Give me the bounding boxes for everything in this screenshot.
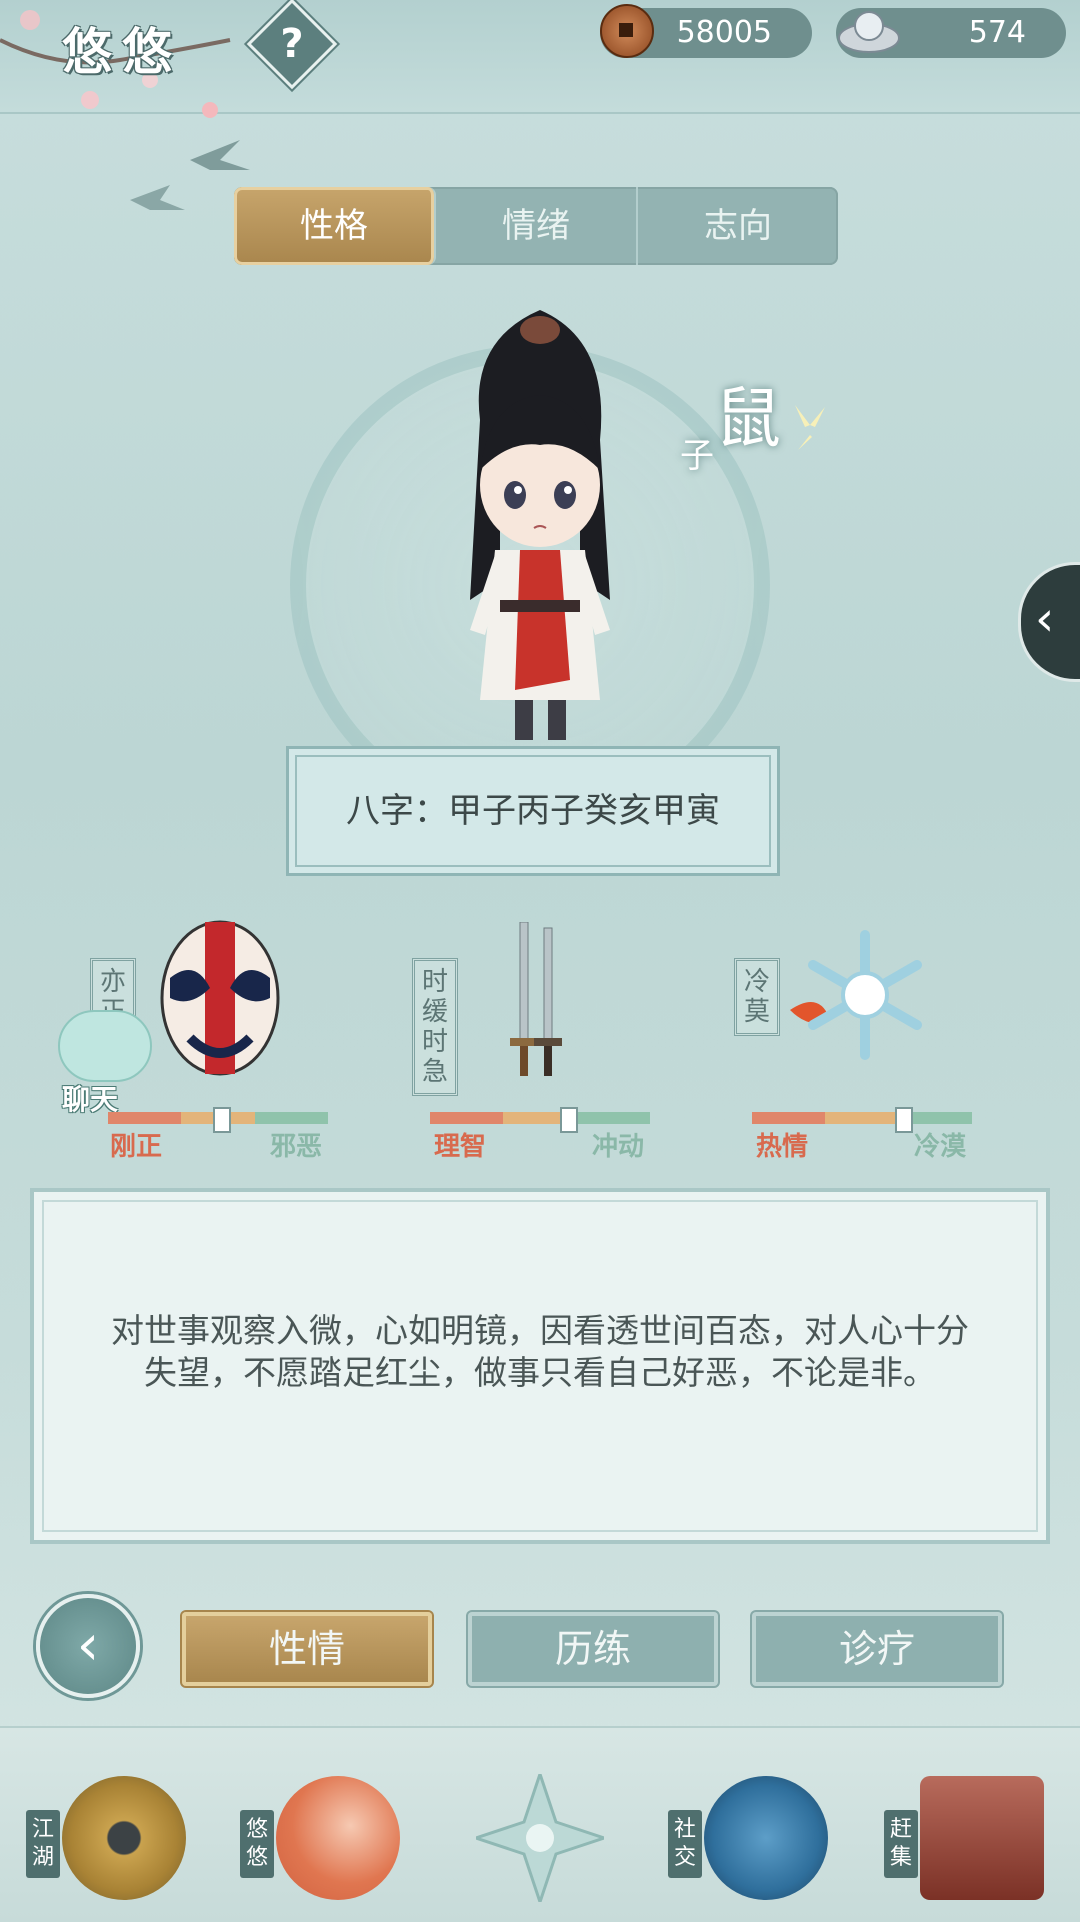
zodiac-animal: 鼠 xyxy=(715,380,781,457)
back-arrow-icon: ‹ xyxy=(76,1613,100,1678)
center-star-icon[interactable] xyxy=(476,1774,604,1902)
wave-icon xyxy=(704,1776,828,1900)
trait-tag-3: 冷莫 xyxy=(734,958,780,1036)
side-panel-toggle[interactable]: ‹ xyxy=(1018,562,1080,682)
butterfly-icon xyxy=(795,405,825,450)
trait-bar-2 xyxy=(430,1112,650,1124)
trait-marker-1 xyxy=(213,1107,232,1133)
question-icon: ? xyxy=(280,21,304,67)
coin-value: 58005 xyxy=(676,15,772,50)
bazi-text: 八字：甲子丙子癸亥甲寅 xyxy=(346,791,720,831)
tab-personality[interactable]: 性格 xyxy=(234,187,436,265)
nav-label-jianghu: 江湖 xyxy=(26,1810,60,1878)
bazi-plaque: 八字：甲子丙子癸亥甲寅 xyxy=(286,746,780,876)
nav-item-jianghu[interactable]: 江湖 xyxy=(26,1760,196,1910)
treatment-button[interactable]: 诊疗 xyxy=(752,1612,1002,1686)
nav-label-social: 社交 xyxy=(668,1810,702,1878)
description-text: 对世事观察入微，心如明镜，因看透世间百态，对人心十分失望，不愿踏足红尘，做事只看… xyxy=(111,1311,969,1392)
chat-button[interactable]: 聊天 xyxy=(44,1010,152,1116)
tab-ambition[interactable]: 志向 xyxy=(638,187,838,265)
copper-coin-icon xyxy=(600,4,654,58)
trait-marker-3 xyxy=(894,1107,913,1133)
trait-right-label-3: 冷漠 xyxy=(914,1132,967,1162)
trait-bar-3 xyxy=(752,1112,972,1124)
trait-tabs: 性格 情绪 志向 xyxy=(234,187,838,265)
silver-ingot-icon xyxy=(838,11,900,53)
opera-mask-icon xyxy=(160,920,280,1076)
chevron-left-icon: ‹ xyxy=(1035,591,1055,647)
silver-value: 574 xyxy=(968,15,1026,50)
back-button[interactable]: ‹ xyxy=(36,1594,140,1698)
nav-item-youyou[interactable]: 悠悠 xyxy=(240,1760,410,1910)
tab-emotion[interactable]: 情绪 xyxy=(436,187,638,265)
temperament-button[interactable]: 性情 xyxy=(182,1612,432,1686)
twin-swords-icon xyxy=(510,922,562,1076)
swallow-icon xyxy=(276,1776,400,1900)
trait-right-label-2: 冲动 xyxy=(592,1132,645,1162)
trait-right-label-1: 邪恶 xyxy=(270,1132,323,1162)
nav-item-market[interactable]: 赶集 xyxy=(884,1760,1054,1910)
description-panel: 对世事观察入微，心如明镜，因看透世间百态，对人心十分失望，不愿踏足红尘，做事只看… xyxy=(30,1188,1050,1544)
nav-label-youyou: 悠悠 xyxy=(240,1810,274,1878)
trait-left-label-2: 理智 xyxy=(434,1132,487,1162)
page-title: 悠悠 xyxy=(62,22,182,81)
trait-left-label-1: 刚正 xyxy=(110,1132,163,1162)
character-avatar[interactable] xyxy=(430,300,650,750)
experience-button[interactable]: 历练 xyxy=(468,1612,718,1686)
basket-icon xyxy=(920,1776,1044,1900)
trait-tag-2: 时缓时急 xyxy=(412,958,458,1096)
trait-left-label-3: 热情 xyxy=(756,1132,809,1162)
nav-label-market: 赶集 xyxy=(884,1810,918,1878)
nav-item-social[interactable]: 社交 xyxy=(668,1760,838,1910)
straw-hat-icon xyxy=(62,1776,186,1900)
zodiac-branch: 子 xyxy=(680,436,714,476)
trait-marker-2 xyxy=(559,1107,578,1133)
chat-bubble-icon xyxy=(58,1010,152,1082)
snowflake-icon xyxy=(790,930,922,1060)
